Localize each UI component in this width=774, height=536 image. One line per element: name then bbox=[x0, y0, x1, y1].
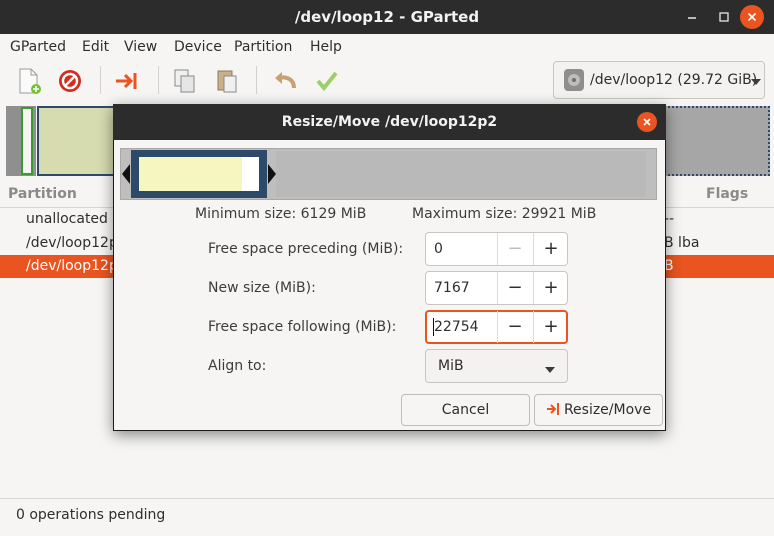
copy-icon bbox=[174, 69, 195, 93]
menu-edit[interactable]: Edit bbox=[82, 34, 109, 61]
menu-help[interactable]: Help bbox=[310, 34, 342, 61]
checkmark-icon bbox=[316, 71, 338, 92]
menu-bar bbox=[0, 34, 774, 61]
minimize-button[interactable] bbox=[680, 5, 704, 29]
partition-used-space bbox=[139, 157, 242, 191]
new-size-label: New size (MiB): bbox=[208, 280, 316, 296]
undo-button[interactable] bbox=[270, 66, 300, 96]
copy-button[interactable] bbox=[170, 66, 200, 96]
resize-icon bbox=[546, 403, 559, 415]
align-select-value: MiB bbox=[438, 358, 464, 374]
decrement-button[interactable]: − bbox=[498, 233, 532, 265]
column-flags[interactable]: Flags bbox=[706, 186, 748, 202]
increment-button[interactable]: + bbox=[534, 272, 568, 304]
free-space-following bbox=[276, 151, 646, 197]
menu-device[interactable]: Device bbox=[174, 34, 222, 61]
paste-icon bbox=[217, 70, 237, 93]
arrow-right-icon bbox=[268, 164, 276, 184]
align-label: Align to: bbox=[208, 358, 267, 374]
new-size-value[interactable]: 7167 bbox=[434, 271, 470, 305]
free-preceding-label: Free space preceding (MiB): bbox=[208, 241, 404, 257]
resize-move-button[interactable] bbox=[112, 66, 142, 96]
column-partition[interactable]: Partition bbox=[8, 186, 77, 202]
menu-partition[interactable]: Partition bbox=[234, 34, 292, 61]
free-following-value[interactable]: 22754 bbox=[434, 310, 479, 344]
minimum-size-label: Minimum size: 6129 MiB bbox=[195, 206, 367, 222]
increment-button[interactable]: + bbox=[534, 233, 568, 265]
decrement-button[interactable]: − bbox=[498, 311, 532, 343]
increment-button[interactable]: + bbox=[534, 311, 568, 343]
text-cursor bbox=[433, 318, 434, 336]
status-text: 0 operations pending bbox=[16, 507, 166, 523]
minimize-icon bbox=[688, 17, 696, 19]
toolbar-separator bbox=[256, 66, 257, 94]
dialog-title: Resize/Move /dev/loop12p2 bbox=[281, 114, 498, 130]
partition-name: unallocated bbox=[26, 211, 108, 227]
toolbar-separator bbox=[100, 66, 101, 94]
arrow-left-icon bbox=[122, 164, 130, 184]
free-preceding-value[interactable]: 0 bbox=[434, 232, 443, 266]
apply-button[interactable] bbox=[312, 66, 342, 96]
device-selector-value: /dev/loop12 (29.72 GiB) bbox=[590, 72, 758, 88]
free-following-label: Free space following (MiB): bbox=[208, 319, 397, 335]
new-partition-button[interactable] bbox=[14, 66, 44, 96]
chevron-down-icon bbox=[544, 362, 556, 378]
resize-move-confirm-button[interactable]: Resize/Move bbox=[534, 394, 663, 426]
harddisk-icon bbox=[563, 68, 585, 96]
dialog-close-button[interactable] bbox=[637, 112, 657, 132]
close-icon bbox=[643, 118, 651, 126]
delete-icon bbox=[59, 70, 81, 92]
window-title: /dev/loop12 - GParted bbox=[294, 8, 480, 26]
new-document-icon bbox=[19, 68, 41, 94]
disk-segment-partition2[interactable] bbox=[37, 106, 117, 176]
disk-segment-partition1[interactable] bbox=[21, 107, 33, 175]
partition-name: /dev/loop12p bbox=[26, 235, 118, 251]
resize-move-label: Resize/Move bbox=[563, 402, 652, 418]
chevron-down-icon bbox=[750, 75, 762, 91]
maximize-icon bbox=[719, 12, 729, 22]
partition-flags: B lba bbox=[664, 235, 700, 251]
resize-icon bbox=[116, 73, 137, 89]
disk-segment-free[interactable] bbox=[663, 106, 770, 176]
cancel-button[interactable]: Cancel bbox=[401, 394, 530, 426]
paste-button[interactable] bbox=[212, 66, 242, 96]
delete-partition-button[interactable] bbox=[55, 66, 85, 96]
right-resize-handle[interactable] bbox=[267, 163, 277, 189]
menu-gparted[interactable]: GParted bbox=[10, 34, 66, 61]
partition-name: /dev/loop12p bbox=[26, 258, 118, 274]
left-resize-handle[interactable] bbox=[121, 163, 131, 189]
toolbar-separator bbox=[158, 66, 159, 94]
decrement-button[interactable]: − bbox=[498, 272, 532, 304]
menu-view[interactable]: View bbox=[124, 34, 157, 61]
maximize-button[interactable] bbox=[712, 5, 736, 29]
maximum-size-label: Maximum size: 29921 MiB bbox=[412, 206, 597, 222]
close-icon bbox=[747, 12, 757, 22]
undo-icon bbox=[275, 72, 296, 89]
close-window-button[interactable] bbox=[740, 5, 764, 29]
